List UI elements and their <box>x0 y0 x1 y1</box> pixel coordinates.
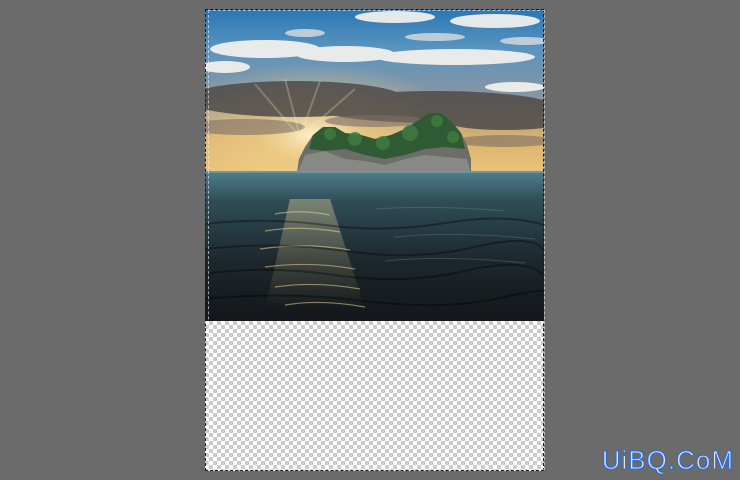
document-canvas[interactable] <box>205 9 544 471</box>
watermark-text: UiBQ.CoM <box>601 445 734 476</box>
photo-layer-image <box>205 9 544 321</box>
canvas-workspace[interactable]: UiBQ.CoM <box>0 0 740 480</box>
